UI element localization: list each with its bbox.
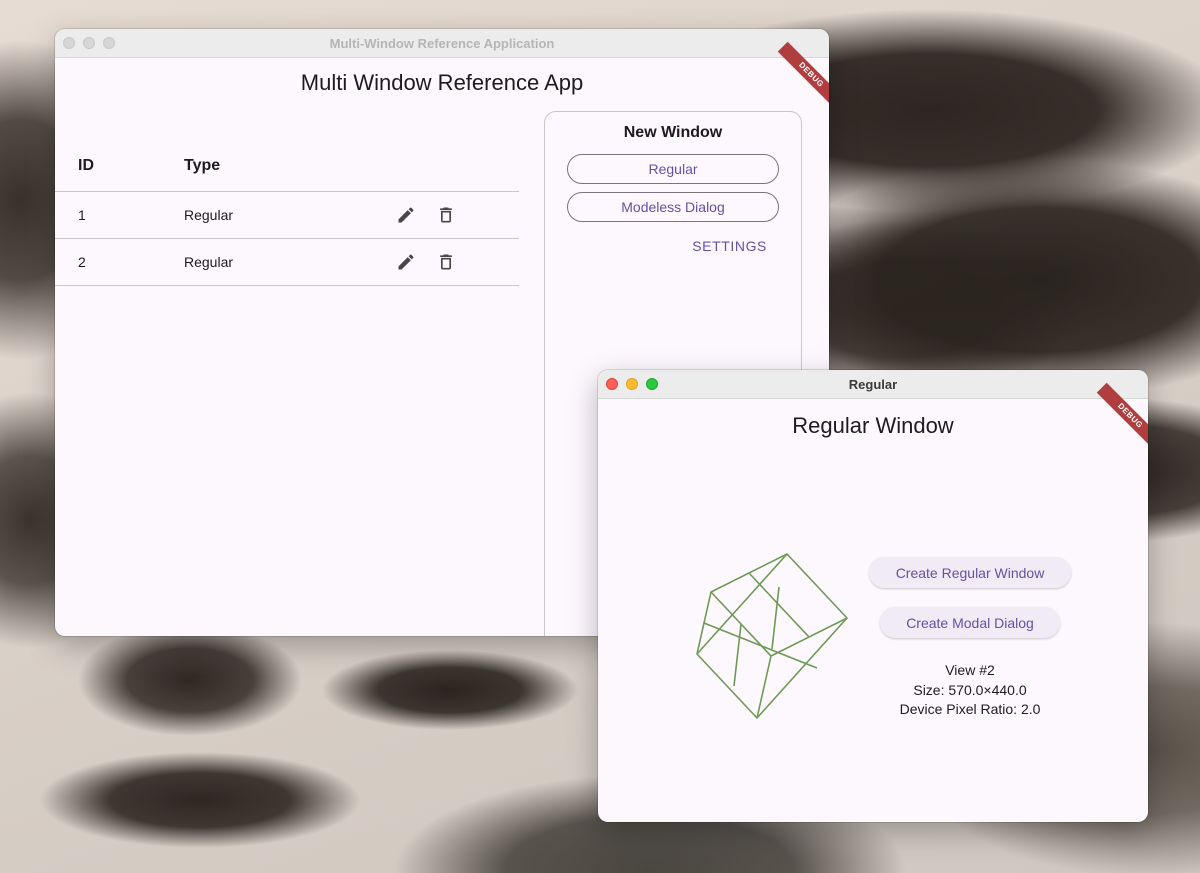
regular-window-title: Regular Window <box>792 413 954 438</box>
row-id: 2 <box>78 254 86 270</box>
edit-icon[interactable] <box>395 204 417 226</box>
delete-icon[interactable] <box>435 204 457 226</box>
regular-window: Regular DEBUG Regular Window Create Regu… <box>598 370 1148 822</box>
pixel-ratio-label: Device Pixel Ratio: 2.0 <box>899 701 1041 717</box>
zoom-button[interactable] <box>646 378 658 390</box>
regular-window-content: DEBUG Regular Window Create Regular Wind… <box>598 382 1148 822</box>
create-modal-dialog-button[interactable]: Create Modal Dialog <box>880 607 1060 638</box>
cube-icon <box>696 553 848 719</box>
edit-icon[interactable] <box>395 251 417 273</box>
settings-button[interactable]: SETTINGS <box>692 238 767 254</box>
window-controls <box>63 37 115 49</box>
close-button[interactable] <box>606 378 618 390</box>
view-label: View #2 <box>945 662 995 678</box>
size-label: Size: 570.0×440.0 <box>913 681 1027 698</box>
window-title: Regular <box>848 376 898 392</box>
regular-window-titlebar[interactable]: Regular <box>598 370 1148 399</box>
new-regular-window-button[interactable]: Regular <box>567 154 779 184</box>
create-regular-window-button[interactable]: Create Regular Window <box>869 557 1071 588</box>
minimize-button[interactable] <box>626 378 638 390</box>
delete-icon[interactable] <box>435 251 457 273</box>
window-controls <box>606 378 658 390</box>
row-id: 1 <box>78 207 86 223</box>
row-actions <box>395 204 457 226</box>
table-row[interactable]: 1 Regular <box>55 192 519 239</box>
minimize-button[interactable] <box>83 37 95 49</box>
row-type: Regular <box>184 254 234 270</box>
wireframe-cube <box>696 553 850 721</box>
app-title: Multi Window Reference App <box>300 70 584 95</box>
zoom-button[interactable] <box>103 37 115 49</box>
table-header: ID Type <box>55 138 519 192</box>
window-info: View #2 Size: 570.0×440.0 Device Pixel R… <box>870 661 1070 720</box>
new-modeless-dialog-button[interactable]: Modeless Dialog <box>567 192 779 222</box>
main-window-titlebar[interactable]: Multi-Window Reference Application <box>55 29 829 58</box>
window-title: Multi-Window Reference Application <box>329 35 555 51</box>
table-row[interactable]: 2 Regular <box>55 239 519 286</box>
windows-table: ID Type 1 Regular 2 Regular <box>55 138 519 286</box>
row-actions <box>395 251 457 273</box>
column-header-id: ID <box>78 157 94 174</box>
column-header-type: Type <box>184 157 221 174</box>
row-type: Regular <box>184 207 234 223</box>
panel-title: New Window <box>623 124 723 141</box>
close-button[interactable] <box>63 37 75 49</box>
